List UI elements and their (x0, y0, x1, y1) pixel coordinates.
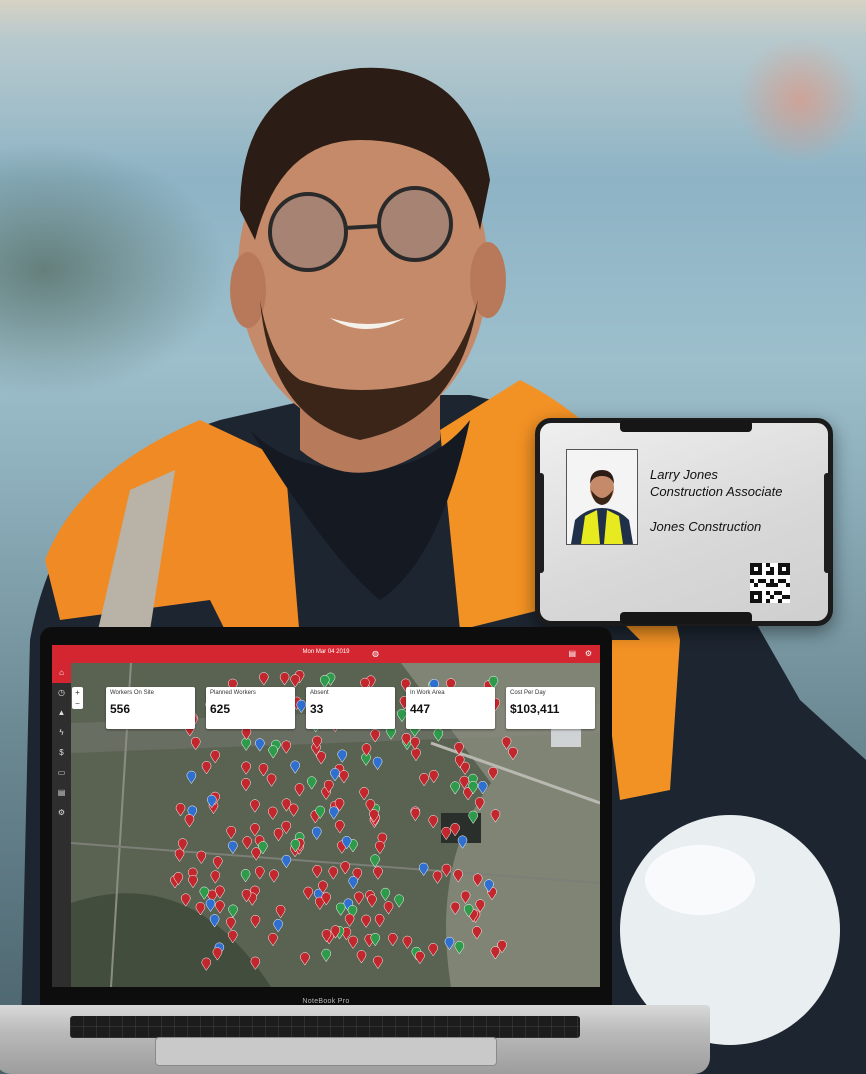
kpi-value: 556 (110, 702, 131, 716)
badge-job-title: Construction Associate (650, 484, 783, 499)
kpi-planned-workers[interactable]: Planned Workers 625 (206, 687, 295, 729)
zoom-in-button[interactable]: + (72, 687, 83, 698)
keyboard (70, 1016, 580, 1038)
kpi-label: Workers On Site (110, 690, 154, 696)
laptop-brand: NoteBook Pro (302, 998, 350, 1005)
kpi-label: Planned Workers (210, 690, 256, 696)
qr-code-icon (750, 563, 790, 603)
side-navigation: ⌂ ◷ ▲ ϟ $ ▭ ▤ ⚙ (52, 663, 71, 987)
map-zoom-control: + − (72, 687, 83, 709)
kpi-label: Absent (310, 690, 329, 696)
badge-company: Jones Construction (650, 519, 762, 534)
badge-clip (620, 612, 752, 624)
gear-icon[interactable]: ⚙ (52, 803, 71, 823)
dollar-icon[interactable]: $ (52, 743, 71, 763)
gear-icon[interactable]: ⚙ (585, 648, 592, 660)
kpi-value: 33 (310, 702, 324, 716)
clipboard-icon[interactable]: ▤ (568, 648, 576, 660)
kpi-cost-per-day[interactable]: Cost Per Day $103,411 (506, 687, 595, 729)
dashboard-date: Mon Mar 04 2019 (302, 649, 350, 655)
clock-icon[interactable]: ◷ (52, 683, 71, 703)
laptop: Mon Mar 04 2019 ◍ ▤ ⚙ ⌂ ◷ ▲ ϟ $ ▭ ▤ ⚙ + … (40, 627, 612, 1011)
kpi-value: 447 (410, 702, 431, 716)
kpi-in-work-area[interactable]: In Work Area 447 (406, 687, 495, 729)
kpi-cards: Workers On Site 556 Planned Workers 625 … (106, 687, 595, 729)
kpi-value: $103,411 (510, 702, 560, 716)
home-icon[interactable]: ⌂ (52, 663, 71, 683)
laptop-screen: Mon Mar 04 2019 ◍ ▤ ⚙ ⌂ ◷ ▲ ϟ $ ▭ ▤ ⚙ + … (52, 645, 600, 987)
chat-icon[interactable]: ▭ (52, 763, 71, 783)
badge-name: Larry Jones (650, 467, 718, 482)
badge-clip (620, 420, 752, 432)
kpi-workers-on-site[interactable]: Workers On Site 556 (106, 687, 195, 729)
id-badge: Larry Jones Construction Associate Jones… (535, 418, 833, 626)
globe-icon[interactable]: ◍ (372, 648, 379, 660)
clipboard-icon[interactable]: ▤ (52, 783, 71, 803)
badge-rail (824, 473, 832, 573)
kpi-absent[interactable]: Absent 33 (306, 687, 395, 729)
trackpad (155, 1037, 497, 1066)
badge-photo (566, 449, 638, 545)
kpi-label: Cost Per Day (510, 690, 546, 696)
kpi-value: 625 (210, 702, 231, 716)
warning-icon[interactable]: ▲ (52, 703, 71, 723)
dashboard-header: Mon Mar 04 2019 ◍ ▤ ⚙ (52, 645, 600, 663)
lightning-icon[interactable]: ϟ (52, 723, 71, 743)
badge-rail (536, 473, 544, 573)
laptop-base (0, 1005, 710, 1074)
zoom-out-button[interactable]: − (72, 698, 83, 709)
kpi-label: In Work Area (410, 690, 445, 696)
